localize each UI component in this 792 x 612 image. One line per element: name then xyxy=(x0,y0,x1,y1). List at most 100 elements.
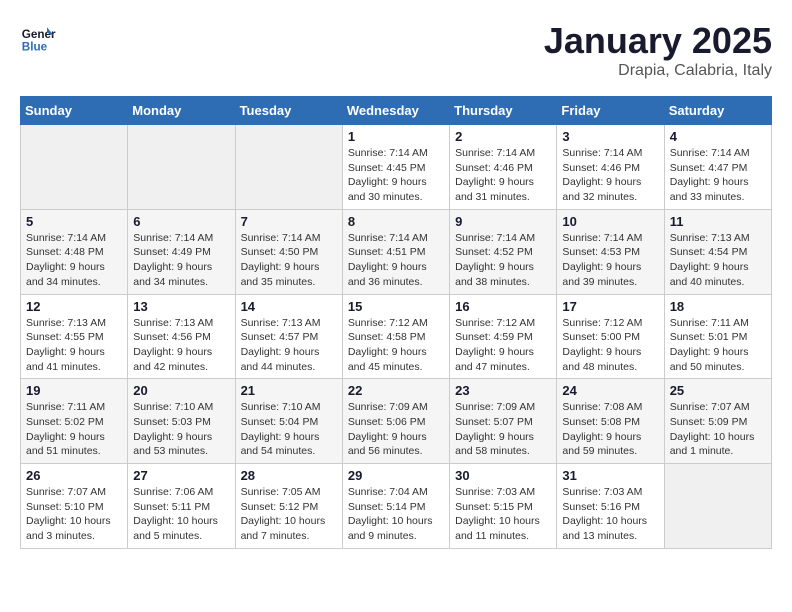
day-info: Sunrise: 7:13 AMSunset: 4:54 PMDaylight:… xyxy=(670,231,766,290)
day-number: 13 xyxy=(133,299,229,314)
day-info: Sunrise: 7:14 AMSunset: 4:53 PMDaylight:… xyxy=(562,231,658,290)
calendar-cell xyxy=(128,125,235,210)
day-number: 11 xyxy=(670,214,766,229)
calendar-cell xyxy=(235,125,342,210)
location: Drapia, Calabria, Italy xyxy=(544,62,772,80)
day-number: 30 xyxy=(455,468,551,483)
calendar-cell: 7 Sunrise: 7:14 AMSunset: 4:50 PMDayligh… xyxy=(235,209,342,294)
calendar-cell: 2 Sunrise: 7:14 AMSunset: 4:46 PMDayligh… xyxy=(450,125,557,210)
day-number: 12 xyxy=(26,299,122,314)
day-number: 10 xyxy=(562,214,658,229)
month-title: January 2025 xyxy=(544,20,772,62)
calendar-week-row: 1 Sunrise: 7:14 AMSunset: 4:45 PMDayligh… xyxy=(21,125,772,210)
calendar-cell: 24 Sunrise: 7:08 AMSunset: 5:08 PMDaylig… xyxy=(557,379,664,464)
day-info: Sunrise: 7:07 AMSunset: 5:10 PMDaylight:… xyxy=(26,485,122,544)
weekday-header: Saturday xyxy=(664,97,771,125)
day-info: Sunrise: 7:14 AMSunset: 4:46 PMDaylight:… xyxy=(562,146,658,205)
calendar-cell: 1 Sunrise: 7:14 AMSunset: 4:45 PMDayligh… xyxy=(342,125,449,210)
day-info: Sunrise: 7:03 AMSunset: 5:16 PMDaylight:… xyxy=(562,485,658,544)
weekday-header: Tuesday xyxy=(235,97,342,125)
day-info: Sunrise: 7:08 AMSunset: 5:08 PMDaylight:… xyxy=(562,400,658,459)
calendar-cell: 14 Sunrise: 7:13 AMSunset: 4:57 PMDaylig… xyxy=(235,294,342,379)
day-number: 6 xyxy=(133,214,229,229)
calendar-cell: 18 Sunrise: 7:11 AMSunset: 5:01 PMDaylig… xyxy=(664,294,771,379)
day-info: Sunrise: 7:13 AMSunset: 4:55 PMDaylight:… xyxy=(26,316,122,375)
day-number: 8 xyxy=(348,214,444,229)
day-number: 23 xyxy=(455,383,551,398)
calendar-cell: 17 Sunrise: 7:12 AMSunset: 5:00 PMDaylig… xyxy=(557,294,664,379)
day-number: 14 xyxy=(241,299,337,314)
calendar-cell: 19 Sunrise: 7:11 AMSunset: 5:02 PMDaylig… xyxy=(21,379,128,464)
day-number: 22 xyxy=(348,383,444,398)
weekday-header: Sunday xyxy=(21,97,128,125)
day-info: Sunrise: 7:14 AMSunset: 4:46 PMDaylight:… xyxy=(455,146,551,205)
day-number: 20 xyxy=(133,383,229,398)
day-info: Sunrise: 7:14 AMSunset: 4:51 PMDaylight:… xyxy=(348,231,444,290)
day-number: 15 xyxy=(348,299,444,314)
calendar-cell: 31 Sunrise: 7:03 AMSunset: 5:16 PMDaylig… xyxy=(557,464,664,549)
day-info: Sunrise: 7:09 AMSunset: 5:06 PMDaylight:… xyxy=(348,400,444,459)
day-info: Sunrise: 7:05 AMSunset: 5:12 PMDaylight:… xyxy=(241,485,337,544)
calendar-week-row: 19 Sunrise: 7:11 AMSunset: 5:02 PMDaylig… xyxy=(21,379,772,464)
logo: General Blue xyxy=(20,20,60,56)
day-number: 4 xyxy=(670,129,766,144)
day-number: 24 xyxy=(562,383,658,398)
logo-icon: General Blue xyxy=(20,20,56,56)
day-number: 25 xyxy=(670,383,766,398)
day-info: Sunrise: 7:12 AMSunset: 4:58 PMDaylight:… xyxy=(348,316,444,375)
calendar-cell: 11 Sunrise: 7:13 AMSunset: 4:54 PMDaylig… xyxy=(664,209,771,294)
calendar-cell: 28 Sunrise: 7:05 AMSunset: 5:12 PMDaylig… xyxy=(235,464,342,549)
calendar-cell: 12 Sunrise: 7:13 AMSunset: 4:55 PMDaylig… xyxy=(21,294,128,379)
calendar-cell: 25 Sunrise: 7:07 AMSunset: 5:09 PMDaylig… xyxy=(664,379,771,464)
weekday-header: Monday xyxy=(128,97,235,125)
day-info: Sunrise: 7:12 AMSunset: 4:59 PMDaylight:… xyxy=(455,316,551,375)
calendar-cell: 13 Sunrise: 7:13 AMSunset: 4:56 PMDaylig… xyxy=(128,294,235,379)
calendar-cell: 16 Sunrise: 7:12 AMSunset: 4:59 PMDaylig… xyxy=(450,294,557,379)
svg-text:Blue: Blue xyxy=(22,41,48,54)
day-number: 31 xyxy=(562,468,658,483)
day-info: Sunrise: 7:06 AMSunset: 5:11 PMDaylight:… xyxy=(133,485,229,544)
calendar-cell: 26 Sunrise: 7:07 AMSunset: 5:10 PMDaylig… xyxy=(21,464,128,549)
day-info: Sunrise: 7:03 AMSunset: 5:15 PMDaylight:… xyxy=(455,485,551,544)
calendar-cell: 3 Sunrise: 7:14 AMSunset: 4:46 PMDayligh… xyxy=(557,125,664,210)
calendar-week-row: 12 Sunrise: 7:13 AMSunset: 4:55 PMDaylig… xyxy=(21,294,772,379)
calendar-cell: 6 Sunrise: 7:14 AMSunset: 4:49 PMDayligh… xyxy=(128,209,235,294)
calendar-cell xyxy=(21,125,128,210)
day-info: Sunrise: 7:14 AMSunset: 4:50 PMDaylight:… xyxy=(241,231,337,290)
calendar-cell: 4 Sunrise: 7:14 AMSunset: 4:47 PMDayligh… xyxy=(664,125,771,210)
day-info: Sunrise: 7:12 AMSunset: 5:00 PMDaylight:… xyxy=(562,316,658,375)
calendar-week-row: 26 Sunrise: 7:07 AMSunset: 5:10 PMDaylig… xyxy=(21,464,772,549)
calendar-cell: 27 Sunrise: 7:06 AMSunset: 5:11 PMDaylig… xyxy=(128,464,235,549)
day-info: Sunrise: 7:14 AMSunset: 4:52 PMDaylight:… xyxy=(455,231,551,290)
calendar-cell: 8 Sunrise: 7:14 AMSunset: 4:51 PMDayligh… xyxy=(342,209,449,294)
day-info: Sunrise: 7:09 AMSunset: 5:07 PMDaylight:… xyxy=(455,400,551,459)
calendar-cell: 22 Sunrise: 7:09 AMSunset: 5:06 PMDaylig… xyxy=(342,379,449,464)
calendar-table: SundayMondayTuesdayWednesdayThursdayFrid… xyxy=(20,96,772,549)
day-info: Sunrise: 7:04 AMSunset: 5:14 PMDaylight:… xyxy=(348,485,444,544)
calendar-cell: 21 Sunrise: 7:10 AMSunset: 5:04 PMDaylig… xyxy=(235,379,342,464)
day-info: Sunrise: 7:13 AMSunset: 4:56 PMDaylight:… xyxy=(133,316,229,375)
day-number: 17 xyxy=(562,299,658,314)
weekday-header: Wednesday xyxy=(342,97,449,125)
weekday-header: Friday xyxy=(557,97,664,125)
day-number: 28 xyxy=(241,468,337,483)
calendar-cell: 15 Sunrise: 7:12 AMSunset: 4:58 PMDaylig… xyxy=(342,294,449,379)
day-info: Sunrise: 7:14 AMSunset: 4:49 PMDaylight:… xyxy=(133,231,229,290)
weekday-header-row: SundayMondayTuesdayWednesdayThursdayFrid… xyxy=(21,97,772,125)
day-number: 1 xyxy=(348,129,444,144)
calendar-cell xyxy=(664,464,771,549)
day-number: 19 xyxy=(26,383,122,398)
day-info: Sunrise: 7:10 AMSunset: 5:04 PMDaylight:… xyxy=(241,400,337,459)
calendar-cell: 10 Sunrise: 7:14 AMSunset: 4:53 PMDaylig… xyxy=(557,209,664,294)
day-info: Sunrise: 7:14 AMSunset: 4:45 PMDaylight:… xyxy=(348,146,444,205)
day-number: 27 xyxy=(133,468,229,483)
day-info: Sunrise: 7:14 AMSunset: 4:48 PMDaylight:… xyxy=(26,231,122,290)
calendar-cell: 29 Sunrise: 7:04 AMSunset: 5:14 PMDaylig… xyxy=(342,464,449,549)
title-block: January 2025 Drapia, Calabria, Italy xyxy=(544,20,772,80)
day-number: 5 xyxy=(26,214,122,229)
day-number: 9 xyxy=(455,214,551,229)
calendar-cell: 23 Sunrise: 7:09 AMSunset: 5:07 PMDaylig… xyxy=(450,379,557,464)
calendar-cell: 20 Sunrise: 7:10 AMSunset: 5:03 PMDaylig… xyxy=(128,379,235,464)
calendar-cell: 9 Sunrise: 7:14 AMSunset: 4:52 PMDayligh… xyxy=(450,209,557,294)
day-number: 18 xyxy=(670,299,766,314)
